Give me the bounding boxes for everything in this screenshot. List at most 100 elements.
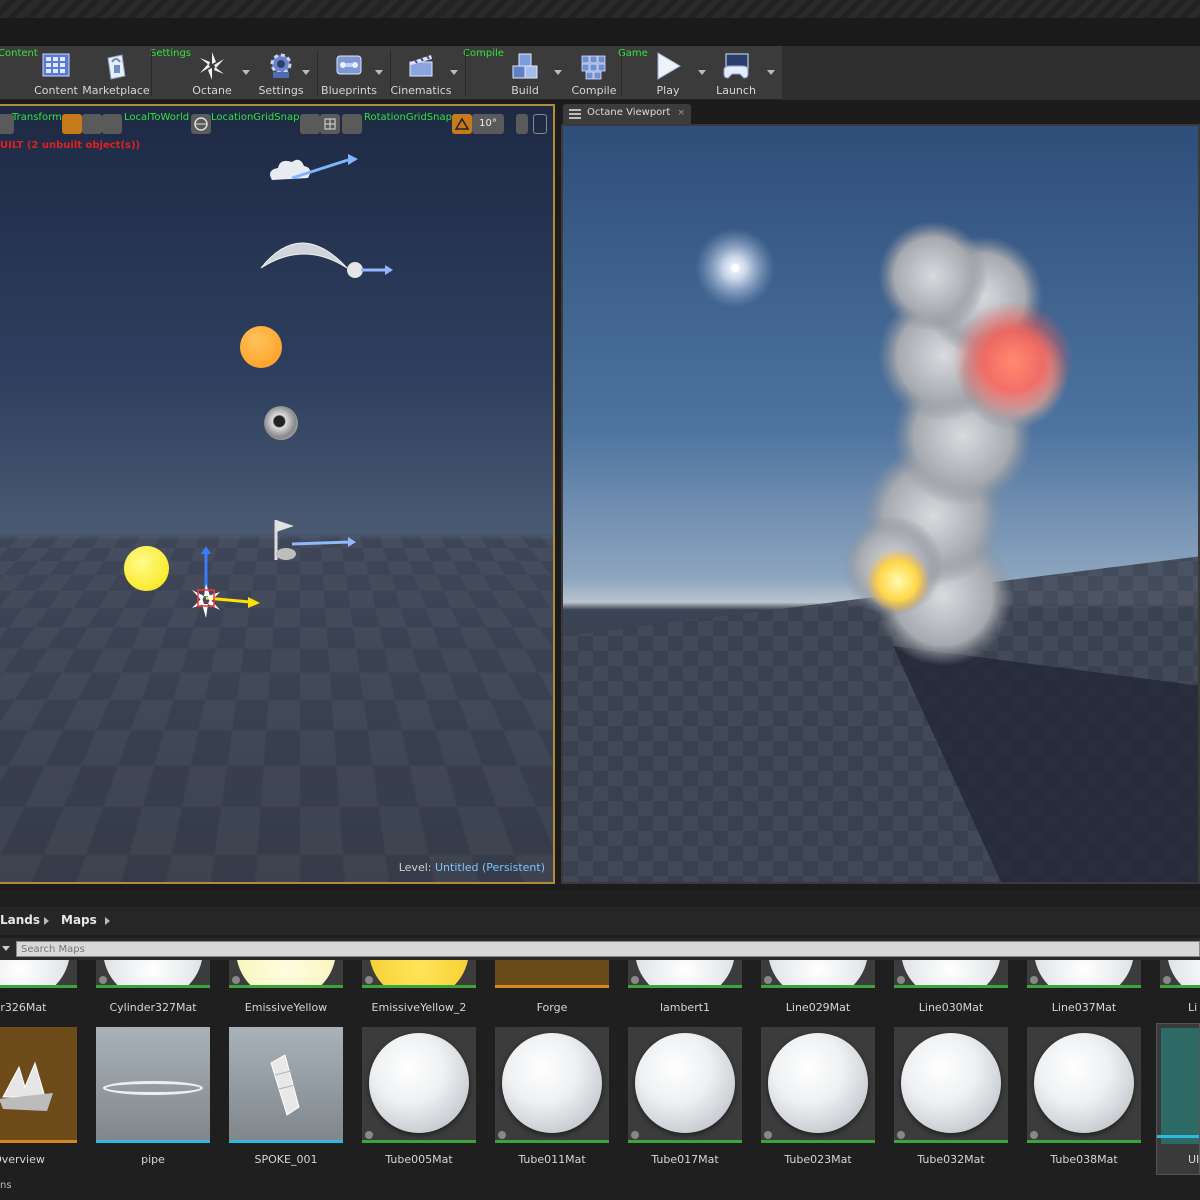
asset-tile[interactable]	[362, 1027, 476, 1143]
asset-tile[interactable]	[894, 960, 1008, 988]
content-browser: Lands Maps nder326Mat Cylinder327Mat Emi…	[0, 890, 1200, 1200]
location-grid-snap-label: LocationGridSnap	[211, 112, 300, 123]
editor-viewport[interactable]: Transform LocalToWorld LocationGridSnap …	[0, 104, 555, 884]
asset-label: EmissiveYellow	[244, 1001, 328, 1014]
grid-size-button[interactable]	[342, 114, 362, 134]
world-local-toggle[interactable]	[191, 114, 211, 134]
asset-tile[interactable]	[229, 1027, 343, 1143]
content-grid-icon	[42, 53, 70, 77]
clapperboard-icon	[409, 55, 433, 77]
toolbar-divider	[465, 50, 466, 96]
asset-label: Tube011Mat	[518, 1153, 586, 1166]
search-input[interactable]	[16, 941, 1200, 957]
star-icon	[1030, 976, 1038, 984]
play-button[interactable]: Play	[636, 46, 700, 100]
launch-button-label: Launch	[716, 84, 756, 97]
toolbar-divider	[151, 50, 152, 96]
breadcrumb: Lands Maps	[0, 907, 1200, 935]
asset-tile[interactable]	[1027, 1027, 1141, 1143]
asset-tile[interactable]	[761, 960, 875, 988]
grid-icon	[324, 118, 336, 130]
maximize-viewport-button[interactable]	[533, 114, 547, 134]
asset-label: Tube017Mat	[651, 1153, 719, 1166]
blueprints-button[interactable]: Blueprints	[317, 46, 381, 100]
asset-label: Forge	[536, 1001, 568, 1014]
asset-tile[interactable]	[495, 1027, 609, 1143]
build-button[interactable]: Build	[493, 46, 557, 100]
level-indicator: Level: Untitled (Persistent)	[399, 861, 545, 874]
asset-label: EmissiveYellow_2	[371, 1001, 467, 1014]
asset-tile[interactable]	[362, 960, 476, 988]
breadcrumb-item[interactable]: Maps	[61, 913, 97, 927]
compile-button-label: Compile	[571, 84, 617, 97]
cinematics-button[interactable]: Cinematics	[389, 46, 453, 100]
octane-viewport-tab-label: Octane Viewport	[587, 107, 671, 118]
globe-icon	[194, 117, 208, 131]
rotation-snap-toggle[interactable]	[452, 114, 472, 134]
breadcrumb-item[interactable]: Lands	[0, 913, 40, 927]
compile-button[interactable]: Compile	[562, 46, 626, 100]
launch-dropdown-arrow[interactable]	[767, 70, 775, 75]
asset-tile[interactable]	[96, 1027, 210, 1143]
viewport-more-button[interactable]	[516, 114, 528, 134]
launch-button[interactable]: Launch	[704, 46, 768, 100]
star-icon	[232, 976, 240, 984]
asset-label: nder326Mat	[0, 1001, 47, 1014]
settings-dropdown-arrow[interactable]	[302, 70, 310, 75]
reflection-capture-icon	[264, 406, 298, 440]
marketplace-bag-icon	[107, 54, 126, 80]
asset-tile[interactable]	[495, 960, 609, 988]
rotate-mode-button[interactable]	[82, 114, 102, 134]
octane-viewport-tab[interactable]: Octane Viewport ×	[563, 104, 691, 124]
filter-dropdown-arrow[interactable]	[2, 946, 10, 951]
close-tab-icon[interactable]: ×	[677, 108, 685, 118]
star-icon	[897, 1131, 905, 1139]
asset-tile[interactable]	[1160, 960, 1200, 988]
asset-tile[interactable]	[761, 1027, 875, 1143]
asset-label: pipe	[141, 1153, 165, 1166]
level-prefix: Level:	[398, 861, 432, 874]
asset-tile[interactable]	[0, 1027, 77, 1143]
spoke-mesh-thumbnail	[270, 1054, 300, 1116]
asset-tile[interactable]	[628, 960, 742, 988]
translate-mode-button[interactable]	[62, 114, 82, 134]
asset-tile[interactable]	[0, 960, 77, 988]
asset-tile[interactable]	[96, 960, 210, 988]
asset-label: lambert1	[659, 1001, 711, 1014]
octane-logo-icon	[200, 52, 224, 80]
cinematics-button-label: Cinematics	[390, 84, 452, 97]
scale-mode-button[interactable]	[102, 114, 122, 134]
octane-button[interactable]: Octane	[180, 46, 244, 100]
surface-snap-button[interactable]	[300, 114, 320, 134]
selected-actor-gizmo[interactable]	[176, 546, 266, 636]
blueprints-icon	[336, 55, 362, 75]
chevron-right-icon[interactable]	[105, 917, 110, 925]
star-icon	[764, 976, 772, 984]
cinematics-dropdown-arrow[interactable]	[450, 70, 458, 75]
asset-label: Li	[1188, 1001, 1198, 1014]
asset-label: UI	[1188, 1153, 1200, 1166]
search-row	[0, 938, 1200, 960]
asset-tile[interactable]	[628, 1027, 742, 1143]
grid-snap-button[interactable]	[320, 114, 340, 134]
octane-render-viewport[interactable]	[561, 124, 1200, 884]
asset-tile[interactable]	[894, 1027, 1008, 1143]
star-icon	[1163, 976, 1171, 984]
settings-gear-icon	[270, 53, 292, 78]
star-icon	[99, 1131, 107, 1139]
skylight-dome-icon	[260, 242, 393, 278]
render-scene	[563, 221, 1198, 882]
blueprints-dropdown-arrow[interactable]	[375, 70, 383, 75]
star-icon	[498, 1131, 506, 1139]
build-dropdown-arrow[interactable]	[554, 70, 562, 75]
build-blocks-icon	[512, 53, 538, 79]
marketplace-button[interactable]: Marketplace	[82, 46, 150, 100]
chevron-right-icon[interactable]	[44, 917, 49, 925]
title-strip	[0, 0, 1200, 18]
asset-label: Line029Mat	[785, 1001, 851, 1014]
asset-tile[interactable]	[229, 960, 343, 988]
rotation-snap-value[interactable]: 10°	[472, 114, 504, 134]
rotation-grid-snap-label: RotationGridSnap	[364, 112, 452, 123]
ui-thumbnail	[1161, 1028, 1199, 1144]
asset-tile[interactable]	[1027, 960, 1141, 988]
